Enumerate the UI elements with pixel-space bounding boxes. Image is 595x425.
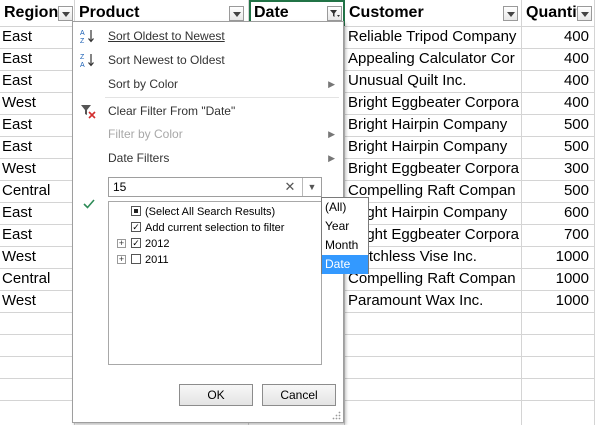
- filter-by-color-item: Filter by Color ▶: [73, 123, 343, 145]
- svg-text:A: A: [80, 62, 85, 68]
- region-cell[interactable]: West: [2, 290, 74, 312]
- quantity-cell[interactable]: 400: [522, 48, 595, 70]
- autofilter-menu[interactable]: AZ Sort Oldest to Newest ZA Sort Newest …: [72, 21, 344, 423]
- clear-filter-icon: [80, 103, 96, 119]
- sort-ascending-icon: AZ: [80, 28, 96, 45]
- customer-cell[interactable]: Matchless Vise Inc.: [348, 246, 521, 268]
- checkmark-icon: [83, 199, 95, 209]
- clear-filter-item[interactable]: Clear Filter From "Date": [73, 100, 343, 122]
- header-customer[interactable]: Customer: [345, 0, 522, 26]
- svg-text:A: A: [80, 30, 85, 37]
- customer-cell[interactable]: Compelling Raft Compan: [348, 180, 521, 202]
- quantity-cell[interactable]: 600: [522, 202, 595, 224]
- svg-text:Z: Z: [80, 54, 85, 61]
- year-2012-item[interactable]: + ✓ 2012: [109, 236, 321, 252]
- search-scope-option-all[interactable]: (All): [322, 198, 368, 217]
- quantity-cell[interactable]: 1000: [522, 290, 595, 312]
- clear-search-icon[interactable]: ✕: [281, 178, 299, 196]
- customer-cell[interactable]: Paramount Wax Inc.: [348, 290, 521, 312]
- customer-cell[interactable]: Unusual Quilt Inc.: [348, 70, 521, 92]
- filter-button-customer[interactable]: [503, 6, 518, 21]
- quantity-cell[interactable]: 500: [522, 180, 595, 202]
- submenu-arrow-icon: ▶: [328, 79, 335, 89]
- ok-button[interactable]: OK: [179, 384, 253, 406]
- submenu-arrow-icon: ▶: [328, 129, 335, 139]
- select-all-checkbox[interactable]: [131, 206, 141, 216]
- expand-icon[interactable]: +: [117, 255, 126, 264]
- quantity-cell[interactable]: 1000: [522, 246, 595, 268]
- search-scope-option-year[interactable]: Year: [322, 217, 368, 236]
- region-cell[interactable]: West: [2, 158, 74, 180]
- region-cell[interactable]: East: [2, 136, 74, 158]
- region-cell[interactable]: West: [2, 92, 74, 114]
- sort-by-color-item[interactable]: Sort by Color ▶: [73, 73, 343, 95]
- sort-newest-to-oldest-label: Sort Newest to Oldest: [108, 53, 225, 67]
- quantity-cell[interactable]: 500: [522, 114, 595, 136]
- add-selection-label: Add current selection to filter: [145, 222, 285, 234]
- region-cell[interactable]: Central: [2, 268, 74, 290]
- sort-oldest-to-newest-item[interactable]: AZ Sort Oldest to Newest: [73, 25, 343, 47]
- year-2011-label: 2011: [145, 254, 169, 266]
- filter-button-quantity[interactable]: [577, 6, 592, 21]
- sort-newest-to-oldest-item[interactable]: ZA Sort Newest to Oldest: [73, 49, 343, 71]
- clear-filter-label: Clear Filter From "Date": [108, 104, 236, 118]
- select-all-label: (Select All Search Results): [145, 206, 276, 218]
- search-scope-option-date[interactable]: Date: [322, 255, 368, 274]
- customer-cell[interactable]: Appealing Calculator Cor: [348, 48, 521, 70]
- customer-cell[interactable]: Bright Eggbeater Corpora: [348, 92, 521, 114]
- search-scope-list[interactable]: (All) Year Month Date: [321, 197, 369, 274]
- year-2011-item[interactable]: + 2011: [109, 252, 321, 268]
- resize-grip-icon[interactable]: [332, 411, 341, 420]
- region-cell[interactable]: East: [2, 26, 74, 48]
- add-selection-item[interactable]: ✓ Add current selection to filter: [109, 220, 321, 236]
- customer-cell[interactable]: Reliable Tripod Company: [348, 26, 521, 48]
- year-2012-label: 2012: [145, 238, 170, 250]
- sort-descending-icon: ZA: [80, 52, 96, 69]
- expand-icon[interactable]: +: [117, 239, 126, 248]
- submenu-arrow-icon: ▶: [328, 153, 335, 163]
- region-cell[interactable]: East: [2, 114, 74, 136]
- customer-cell[interactable]: Bright Eggbeater Corpora: [348, 158, 521, 180]
- year-2011-checkbox[interactable]: [131, 254, 141, 264]
- region-cell[interactable]: East: [2, 70, 74, 92]
- menu-separator: [105, 97, 339, 98]
- region-cell[interactable]: East: [2, 224, 74, 246]
- sort-by-color-label: Sort by Color: [108, 77, 179, 91]
- filter-button-product[interactable]: [229, 6, 244, 21]
- customer-cell[interactable]: Bright Hairpin Company: [348, 114, 521, 136]
- quantity-cell[interactable]: 400: [522, 70, 595, 92]
- region-cell[interactable]: Central: [2, 180, 74, 202]
- search-input[interactable]: [109, 178, 287, 196]
- svg-text:Z: Z: [80, 38, 85, 44]
- filter-button-region[interactable]: [58, 6, 73, 21]
- quantity-cell[interactable]: 1000: [522, 268, 595, 290]
- filter-value-tree[interactable]: (Select All Search Results) ✓ Add curren…: [108, 201, 322, 365]
- select-all-search-results-item[interactable]: (Select All Search Results): [109, 204, 321, 220]
- region-cell[interactable]: West: [2, 246, 74, 268]
- search-scope-option-month[interactable]: Month: [322, 236, 368, 255]
- quantity-cell[interactable]: 700: [522, 224, 595, 246]
- filter-search-box[interactable]: ✕ ▼: [108, 177, 322, 197]
- customer-cell[interactable]: Bright Hairpin Company: [348, 202, 521, 224]
- quantity-cell[interactable]: 500: [522, 136, 595, 158]
- region-cell[interactable]: East: [2, 48, 74, 70]
- filter-button-date[interactable]: [327, 6, 342, 21]
- filter-funnel-icon: [330, 10, 340, 17]
- customer-cell[interactable]: Bright Eggbeater Corpora: [348, 224, 521, 246]
- sort-oldest-to-newest-label: Sort Oldest to Newest: [108, 29, 225, 43]
- quantity-cell[interactable]: 400: [522, 26, 595, 48]
- customer-cell[interactable]: Bright Hairpin Company: [348, 136, 521, 158]
- year-2012-checkbox[interactable]: ✓: [131, 238, 141, 248]
- cancel-button[interactable]: Cancel: [262, 384, 336, 406]
- region-cell[interactable]: East: [2, 202, 74, 224]
- quantity-cell[interactable]: 400: [522, 92, 595, 114]
- quantity-cell[interactable]: 300: [522, 158, 595, 180]
- date-filters-item[interactable]: Date Filters ▶: [73, 147, 343, 169]
- customer-cell[interactable]: Compelling Raft Compan: [348, 268, 521, 290]
- date-filters-label: Date Filters: [108, 151, 170, 165]
- filter-by-color-label: Filter by Color: [108, 127, 183, 141]
- add-selection-checkbox[interactable]: ✓: [131, 222, 141, 232]
- search-scope-dropdown-icon[interactable]: ▼: [302, 178, 321, 196]
